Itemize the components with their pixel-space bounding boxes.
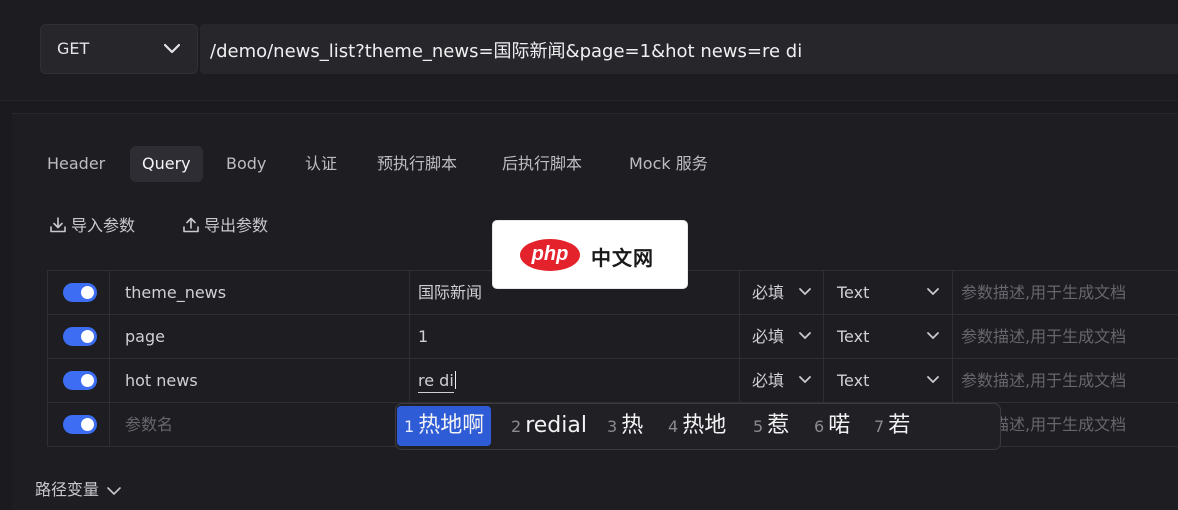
method-label: GET bbox=[57, 39, 90, 58]
param-description-field[interactable]: 参数描述,用于生成文档 bbox=[953, 359, 1178, 402]
chevron-down-icon bbox=[163, 43, 181, 54]
ime-candidate[interactable]: 5惹 bbox=[753, 406, 789, 446]
text-caret bbox=[454, 371, 456, 389]
tab-mock-service[interactable]: Mock 服务 bbox=[617, 146, 720, 182]
param-description-field[interactable]: 参数描述,用于生成文档 bbox=[953, 271, 1178, 314]
enable-toggle[interactable] bbox=[63, 283, 97, 302]
enable-toggle[interactable] bbox=[63, 371, 97, 390]
chevron-down-icon bbox=[799, 288, 811, 296]
download-icon bbox=[50, 217, 66, 233]
chevron-down-icon bbox=[799, 332, 811, 340]
tab-pre-script[interactable]: 预执行脚本 bbox=[365, 146, 469, 182]
url-text: /demo/news_list?theme_news=国际新闻&page=1&h… bbox=[210, 41, 803, 62]
tab-header[interactable]: Header bbox=[35, 146, 117, 182]
chevron-down-icon bbox=[799, 376, 811, 384]
import-params-label: 导入参数 bbox=[71, 216, 136, 235]
enable-toggle[interactable] bbox=[63, 327, 97, 346]
export-params-button[interactable]: 导出参数 bbox=[182, 212, 268, 240]
enable-cell bbox=[48, 271, 110, 314]
param-value-field[interactable]: re di bbox=[410, 359, 740, 402]
url-input[interactable]: /demo/news_list?theme_news=国际新闻&page=1&h… bbox=[200, 24, 1178, 74]
tab-body[interactable]: Body bbox=[214, 146, 278, 182]
type-label: Text bbox=[837, 371, 870, 390]
param-name-field[interactable]: hot news bbox=[110, 359, 410, 402]
import-params-button[interactable]: 导入参数 bbox=[49, 212, 135, 240]
enable-toggle[interactable] bbox=[63, 415, 97, 434]
tab-auth[interactable]: 认证 bbox=[293, 146, 349, 182]
chevron-down-icon bbox=[927, 332, 939, 340]
path-variables-label: 路径变量 bbox=[35, 480, 100, 499]
enable-cell bbox=[48, 359, 110, 402]
table-row: hot news re di 必填 Text 参数描述,用于生成文档 bbox=[47, 359, 1178, 403]
type-label: Text bbox=[837, 327, 870, 346]
type-select[interactable]: Text bbox=[824, 359, 953, 402]
logo-text: 中文网 bbox=[591, 246, 654, 270]
export-params-label: 导出参数 bbox=[204, 216, 269, 235]
type-label: Text bbox=[837, 283, 870, 302]
ime-candidate[interactable]: 4 热地 bbox=[668, 406, 726, 446]
param-description-field[interactable]: 参数描述,用于生成文档 bbox=[953, 315, 1178, 358]
required-select[interactable]: 必填 bbox=[740, 315, 824, 358]
ime-candidate[interactable]: 2 redial bbox=[511, 406, 587, 446]
request-bar: GET /demo/news_list?theme_news=国际新闻&page… bbox=[0, 0, 1178, 101]
required-label: 必填 bbox=[752, 371, 785, 390]
ime-candidate[interactable]: 1 热地啊 bbox=[397, 406, 492, 446]
param-name-field[interactable]: 参数名 bbox=[110, 403, 410, 446]
chevron-down-icon bbox=[927, 288, 939, 296]
logo-badge: php bbox=[520, 239, 580, 271]
tab-post-script[interactable]: 后执行脚本 bbox=[490, 146, 594, 182]
path-variables-toggle[interactable]: 路径变量 bbox=[35, 476, 122, 500]
ime-candidate[interactable]: 3热 bbox=[607, 406, 643, 446]
param-name-field[interactable]: page bbox=[110, 315, 410, 358]
required-label: 必填 bbox=[752, 283, 785, 302]
required-select[interactable]: 必填 bbox=[740, 271, 824, 314]
ime-candidate[interactable]: 7若 bbox=[874, 406, 910, 446]
upload-icon bbox=[183, 217, 199, 233]
method-select[interactable]: GET bbox=[40, 24, 198, 74]
composing-text: re di bbox=[418, 371, 454, 393]
type-select[interactable]: Text bbox=[824, 315, 953, 358]
param-name-field[interactable]: theme_news bbox=[110, 271, 410, 314]
table-row: page 1 必填 Text 参数描述,用于生成文档 bbox=[47, 315, 1178, 359]
param-value-field[interactable]: 1 bbox=[410, 315, 740, 358]
type-select[interactable]: Text bbox=[824, 271, 953, 314]
ime-candidate[interactable]: 6喏 bbox=[814, 406, 850, 446]
site-watermark-logo: php 中文网 bbox=[492, 220, 688, 289]
tab-query[interactable]: Query bbox=[130, 146, 203, 182]
required-label: 必填 bbox=[752, 327, 785, 346]
chevron-down-icon bbox=[927, 376, 939, 384]
chevron-down-icon bbox=[107, 487, 121, 496]
enable-cell bbox=[48, 403, 110, 446]
enable-cell bbox=[48, 315, 110, 358]
required-select[interactable]: 必填 bbox=[740, 359, 824, 402]
ime-candidate-bar: 1 热地啊 2 redial 3热 4 热地 5惹 6喏 7若 bbox=[395, 403, 1001, 450]
